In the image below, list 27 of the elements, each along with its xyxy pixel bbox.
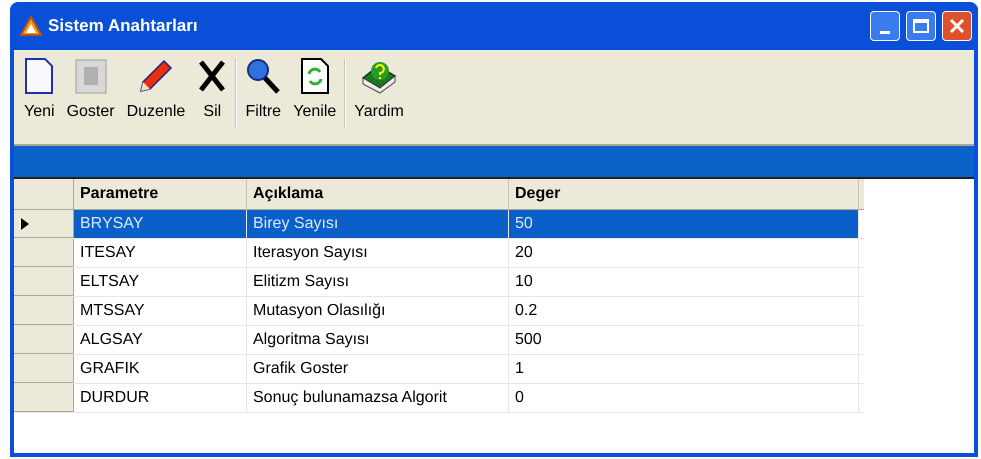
search-icon (245, 57, 282, 95)
refresh-document-icon (300, 57, 330, 95)
row-pointer-icon (20, 216, 30, 230)
column-header[interactable]: Parametre (74, 179, 247, 209)
app-logo-icon (20, 16, 42, 36)
cross-icon (197, 58, 228, 94)
maximize-button[interactable] (906, 11, 936, 41)
close-button[interactable] (942, 11, 972, 41)
toolbar-button[interactable]: Goster (60, 56, 121, 124)
row-header[interactable] (14, 210, 74, 238)
toolbar-button[interactable]: Yeni (18, 56, 61, 124)
close-icon (948, 17, 966, 35)
toolbar-button[interactable]: Sil (191, 56, 234, 124)
toolbar-button[interactable]: Yardim (348, 56, 410, 124)
minimize-button[interactable] (870, 11, 900, 41)
table-cell: Birey Sayısı (247, 210, 509, 238)
toolbar-button[interactable]: Filtre (239, 56, 288, 124)
table-cell: 50 (509, 210, 859, 238)
toolbar-button[interactable]: Yenile (287, 56, 342, 124)
pencil-icon (138, 58, 174, 94)
toolbar-button[interactable]: Duzenle (120, 56, 192, 124)
column-header[interactable]: Açıklama (247, 179, 509, 209)
new-document-icon (24, 57, 54, 95)
table-cell: BRYSAY (74, 210, 247, 238)
column-header[interactable]: Deger (509, 179, 859, 209)
window-title: Sistem Anahtarları (48, 15, 199, 38)
document-viewer-icon (74, 57, 108, 95)
